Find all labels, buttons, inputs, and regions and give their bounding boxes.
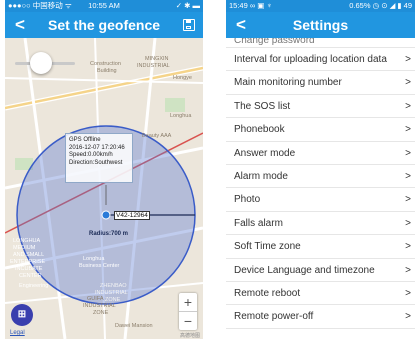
settings-row-label: Interval for uploading location data bbox=[234, 54, 387, 65]
page-title: Set the geofence bbox=[47, 17, 161, 33]
settings-row-language[interactable]: Device Language and timezone > bbox=[226, 259, 415, 282]
settings-row-label: Remote power-off bbox=[234, 311, 314, 323]
settings-row-label: Phonebook bbox=[234, 124, 285, 136]
map-label: LONGHUA bbox=[13, 238, 41, 244]
map-label: Longhua bbox=[170, 113, 192, 119]
map-label: ENTERPRISE bbox=[10, 259, 46, 265]
gps-timestamp: 2016-12-07 17:20:46 bbox=[69, 144, 125, 151]
settings-row-label: Soft Time zone bbox=[234, 241, 301, 253]
settings-row[interactable]: Change password bbox=[226, 38, 415, 48]
chevron-right-icon: > bbox=[405, 54, 411, 65]
status-bar: 15:49 ∞ ▣ ♆ 0.65% ◷ ⊙ ◢ ▮ 49 bbox=[226, 0, 415, 12]
chevron-right-icon: > bbox=[405, 124, 411, 136]
settings-row-label: Main monitoring number bbox=[234, 77, 342, 89]
map-label: Building bbox=[97, 68, 117, 74]
map-label: MEDIUM bbox=[13, 245, 36, 251]
settings-row-photo[interactable]: Photo > bbox=[226, 188, 415, 212]
settings-row-phonebook[interactable]: Phonebook > bbox=[226, 118, 415, 142]
settings-list: Change password Interval for uploading l… bbox=[226, 38, 415, 329]
settings-row-answer-mode[interactable]: Answer mode > bbox=[226, 142, 415, 165]
settings-row-label: Change password bbox=[234, 38, 315, 46]
chevron-right-icon: > bbox=[405, 194, 411, 206]
map-label: Engineering bbox=[19, 283, 49, 289]
status-bar: ●●●○○ 中国移动 ᯤ 10:55 AM ✓ ✱ ▬ bbox=[5, 0, 203, 12]
map-label: CENTER bbox=[19, 273, 42, 279]
map-label: Dawei Mansion bbox=[115, 323, 153, 329]
page-title: Settings bbox=[292, 17, 349, 33]
settings-row-main-monitoring[interactable]: Main monitoring number > bbox=[226, 71, 415, 95]
chevron-right-icon: > bbox=[405, 147, 411, 159]
chevron-right-icon: > bbox=[405, 77, 411, 89]
settings-row-sos-list[interactable]: The SOS list > bbox=[226, 95, 415, 119]
map-label: AND SMALL bbox=[13, 252, 45, 258]
settings-row-label: Device Language and timezone bbox=[234, 264, 375, 276]
battery-icon: ✓ ✱ ▬ bbox=[175, 1, 200, 10]
zoom-control: + − bbox=[179, 293, 197, 330]
settings-row-time-zone[interactable]: Soft Time zone > bbox=[226, 235, 415, 259]
map-label: Beauty AAA bbox=[142, 133, 172, 139]
map-label: ZONE bbox=[93, 310, 109, 316]
chevron-right-icon: > bbox=[405, 217, 411, 229]
chevron-right-icon: > bbox=[405, 100, 411, 112]
settings-row-falls-alarm[interactable]: Falls alarm > bbox=[226, 212, 415, 236]
map-view[interactable]: MINGXIN INDUSTRIAL Construction Building… bbox=[5, 38, 203, 339]
gps-direction: Direction:Southwest bbox=[69, 159, 123, 166]
settings-row-label: Answer mode bbox=[234, 147, 296, 159]
nav-bar: < Set the geofence bbox=[5, 12, 203, 38]
status-time: 10:55 AM bbox=[88, 1, 120, 10]
settings-row-label: Falls alarm bbox=[234, 217, 283, 229]
chevron-right-icon: > bbox=[405, 287, 411, 299]
settings-screen: 15:49 ∞ ▣ ♆ 0.65% ◷ ⊙ ◢ ▮ 49 < Settings … bbox=[226, 0, 415, 339]
chevron-right-icon: > bbox=[405, 311, 411, 323]
status-right: 0.65% ◷ ⊙ ◢ ▮ 49 bbox=[349, 1, 412, 10]
geofence-screen: ●●●○○ 中国移动 ᯤ 10:55 AM ✓ ✱ ▬ < Set the ge… bbox=[5, 0, 203, 339]
radius-slider-handle[interactable] bbox=[30, 52, 52, 74]
device-id-tag[interactable]: V42-12964 bbox=[114, 211, 150, 220]
settings-row-remote-reboot[interactable]: Remote reboot > bbox=[226, 282, 415, 306]
zoom-out-button[interactable]: − bbox=[179, 312, 197, 330]
map-label: Hongye bbox=[173, 75, 192, 81]
status-left: 15:49 ∞ ▣ ♆ bbox=[229, 1, 273, 10]
device-info-popup: GPS Offline 2016-12-07 17:20:46 Speed:0.… bbox=[65, 133, 133, 183]
settings-row-label: The SOS list bbox=[234, 100, 291, 112]
layers-icon[interactable]: ⊞ bbox=[11, 304, 33, 326]
map-label: Business Center bbox=[79, 263, 120, 269]
settings-row-remote-power-off[interactable]: Remote power-off > bbox=[226, 305, 415, 329]
settings-row-label: Alarm mode bbox=[234, 170, 288, 182]
map-label: ZHENBAO bbox=[100, 283, 127, 289]
map-label: INDUSTRIAL bbox=[83, 303, 116, 309]
chevron-right-icon: > bbox=[405, 264, 411, 276]
settings-row-label: Remote reboot bbox=[234, 287, 301, 299]
radius-label: Radius:700 m bbox=[89, 231, 129, 237]
map-label: Longhua bbox=[83, 256, 105, 262]
map-label: MINGXIN bbox=[145, 56, 169, 62]
map-label: INCUBATE bbox=[15, 266, 43, 272]
chevron-right-icon: > bbox=[405, 241, 411, 253]
zoom-in-button[interactable]: + bbox=[179, 293, 197, 311]
chevron-right-icon: > bbox=[405, 170, 411, 182]
legal-link[interactable]: Legal bbox=[10, 330, 25, 336]
map-copyright: 高德地图 bbox=[179, 333, 200, 339]
gps-speed: Speed:0.00km/h bbox=[69, 152, 113, 158]
map-label: INDUSTRIAL bbox=[137, 63, 170, 69]
settings-row-label: Photo bbox=[234, 194, 261, 206]
map-label: GUIFA bbox=[87, 296, 104, 302]
nav-bar: < Settings bbox=[226, 12, 415, 38]
settings-row-alarm-mode[interactable]: Alarm mode > bbox=[226, 165, 415, 189]
settings-row-upload-interval[interactable]: Interval for uploading location data > bbox=[226, 48, 415, 72]
save-icon[interactable] bbox=[183, 19, 195, 31]
map-label: Construction bbox=[90, 61, 121, 67]
gps-status: GPS Offline bbox=[69, 137, 101, 143]
carrier-signal: ●●●○○ 中国移动 ᯤ bbox=[8, 1, 72, 10]
